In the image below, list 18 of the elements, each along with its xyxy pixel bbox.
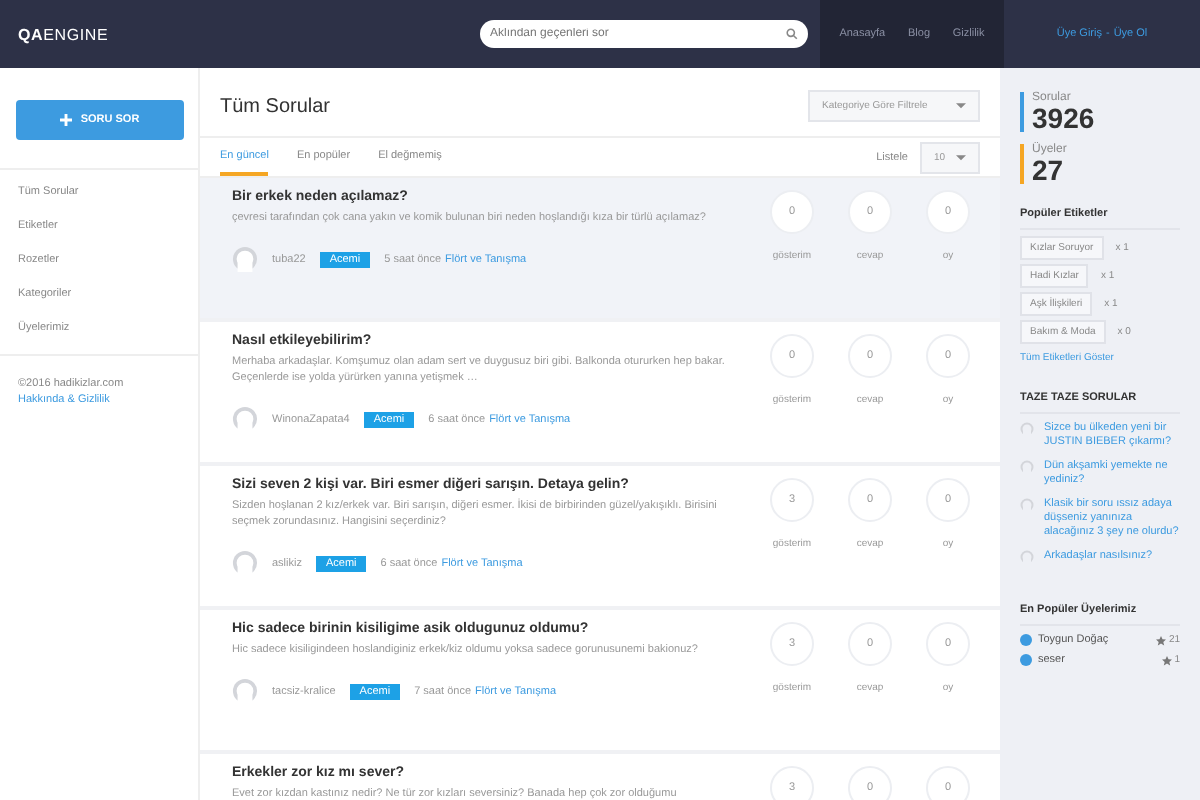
caret-icon — [956, 100, 966, 110]
search-icon[interactable] — [786, 28, 798, 40]
stat-value: 27 — [1032, 156, 1064, 184]
avatar-icon — [1020, 498, 1034, 512]
caret-icon — [956, 151, 966, 161]
avatar-icon — [1020, 422, 1034, 436]
avatar-icon — [1020, 550, 1034, 564]
avatar-icon — [232, 678, 258, 704]
avatar-icon — [232, 406, 258, 432]
star-icon — [1162, 655, 1173, 665]
page-title: Tüm Sorular — [220, 95, 331, 117]
stat-value: 3926 — [1032, 104, 1097, 132]
avatar-icon — [232, 246, 258, 272]
star-icon — [1156, 635, 1167, 645]
logo[interactable]: QAENGINE — [0, 25, 480, 43]
plus-icon — [60, 114, 73, 126]
avatar-icon — [1020, 460, 1034, 474]
avatar-icon — [232, 550, 258, 576]
